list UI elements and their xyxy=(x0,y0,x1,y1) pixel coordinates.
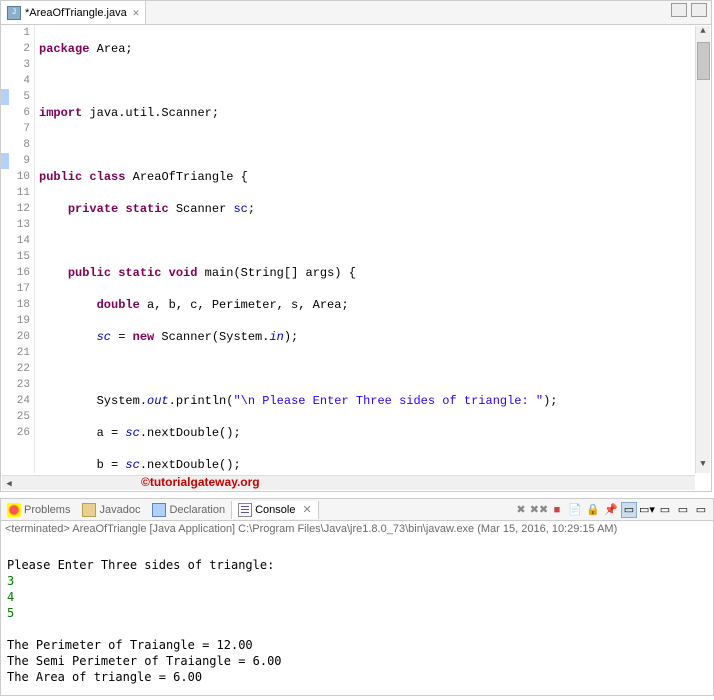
console-icon xyxy=(238,503,252,517)
tab-javadoc[interactable]: Javadoc xyxy=(76,501,146,519)
line-number: 24 xyxy=(9,393,30,409)
editor-tab-label: *AreaOfTriangle.java xyxy=(25,7,127,19)
close-icon[interactable]: ✕ xyxy=(302,503,311,516)
line-number: 17 xyxy=(9,281,30,297)
console-toolbar: ✖ ✖✖ ■ 📄 🔒 📌 ▭ ▭▾ ▭ ▭ ▭ xyxy=(513,502,713,518)
editor-toolbar-icons xyxy=(671,3,707,17)
console-header: <terminated> AreaOfTriangle [Java Applic… xyxy=(1,521,713,537)
scrollbar-thumb[interactable] xyxy=(697,42,710,80)
console-line: The Perimeter of Traiangle = 12.00 xyxy=(7,638,253,652)
line-number: 3 xyxy=(9,57,30,73)
terminate-icon[interactable]: ■ xyxy=(549,502,565,518)
minimize-icon[interactable] xyxy=(671,3,687,17)
maximize-icon[interactable]: ▭ xyxy=(693,502,709,518)
editor-tab[interactable]: J *AreaOfTriangle.java ✕ xyxy=(1,1,146,24)
line-number: 16 xyxy=(9,265,30,281)
horizontal-scrollbar[interactable]: ◀ xyxy=(2,475,695,490)
line-number: 9 xyxy=(9,153,30,169)
console-line: The Area of triangle = 6.00 xyxy=(7,670,202,684)
line-number: 26 xyxy=(9,425,30,441)
line-number: 13 xyxy=(9,217,30,233)
editor-pane: J *AreaOfTriangle.java ✕ 1 2 3 4 5 6 7 8… xyxy=(0,0,712,492)
line-number: 21 xyxy=(9,345,30,361)
watermark: ©tutorialgateway.org xyxy=(141,475,260,489)
line-number-gutter: 1 2 3 4 5 6 7 8 9 10 11 12 13 14 15 16 1… xyxy=(9,25,35,473)
vertical-scrollbar[interactable]: ▲ ▼ xyxy=(695,26,710,473)
scroll-lock-icon[interactable]: 🔒 xyxy=(585,502,601,518)
console-input-line: 3 xyxy=(7,574,14,588)
pin-console-icon[interactable]: 📌 xyxy=(603,502,619,518)
line-number: 22 xyxy=(9,361,30,377)
line-number: 25 xyxy=(9,409,30,425)
problems-icon xyxy=(7,503,21,517)
console-input-line: 4 xyxy=(7,590,14,604)
line-number: 18 xyxy=(9,297,30,313)
declaration-icon xyxy=(152,503,166,517)
line-number: 10 xyxy=(9,169,30,185)
display-console-icon[interactable]: ▭ xyxy=(621,502,637,518)
line-number: 4 xyxy=(9,73,30,89)
close-icon[interactable]: ✕ xyxy=(133,6,140,20)
line-number: 19 xyxy=(9,313,30,329)
line-number: 2 xyxy=(9,41,30,57)
console-output[interactable]: Please Enter Three sides of triangle: 3 … xyxy=(1,537,713,696)
line-number: 20 xyxy=(9,329,30,345)
line-number: 14 xyxy=(9,233,30,249)
code-area[interactable]: 1 2 3 4 5 6 7 8 9 10 11 12 13 14 15 16 1… xyxy=(1,25,711,473)
line-number: 15 xyxy=(9,249,30,265)
line-number: 5 xyxy=(9,89,30,105)
line-number: 7 xyxy=(9,121,30,137)
tab-label: Declaration xyxy=(169,504,225,516)
remove-launch-icon[interactable]: ✖ xyxy=(513,502,529,518)
tab-label: Problems xyxy=(24,504,70,516)
remove-all-icon[interactable]: ✖✖ xyxy=(531,502,547,518)
scroll-down-icon[interactable]: ▼ xyxy=(696,459,710,473)
views-tab-bar: Problems Javadoc Declaration Console ✕ ✖… xyxy=(0,498,714,520)
minimize-icon[interactable]: ▭ xyxy=(675,502,691,518)
editor-tab-bar: J *AreaOfTriangle.java ✕ xyxy=(1,1,711,25)
line-number: 6 xyxy=(9,105,30,121)
marker-bar xyxy=(1,25,9,473)
console-pane: <terminated> AreaOfTriangle [Java Applic… xyxy=(0,520,714,696)
console-line: Please Enter Three sides of triangle: xyxy=(7,558,282,572)
scroll-left-icon[interactable]: ◀ xyxy=(2,479,16,492)
javadoc-icon xyxy=(82,503,96,517)
fold-marker[interactable] xyxy=(1,153,9,169)
maximize-icon[interactable] xyxy=(691,3,707,17)
tab-console[interactable]: Console ✕ xyxy=(231,501,319,519)
tab-label: Javadoc xyxy=(99,504,140,516)
line-number: 8 xyxy=(9,137,30,153)
tab-problems[interactable]: Problems xyxy=(1,501,76,519)
line-number: 11 xyxy=(9,185,30,201)
scroll-up-icon[interactable]: ▲ xyxy=(696,26,710,40)
tab-label: Console xyxy=(255,504,295,516)
open-console-icon[interactable]: ▭▾ xyxy=(639,502,655,518)
clear-console-icon[interactable]: 📄 xyxy=(567,502,583,518)
line-number: 23 xyxy=(9,377,30,393)
code-content[interactable]: package Area; import java.util.Scanner; … xyxy=(35,25,711,473)
console-input-line: 5 xyxy=(7,606,14,620)
java-file-icon: J xyxy=(7,6,21,20)
fold-marker[interactable] xyxy=(1,89,9,105)
new-console-icon[interactable]: ▭ xyxy=(657,502,673,518)
line-number: 1 xyxy=(9,25,30,41)
tab-declaration[interactable]: Declaration xyxy=(146,501,231,519)
console-line: The Semi Perimeter of Traiangle = 6.00 xyxy=(7,654,282,668)
line-number: 12 xyxy=(9,201,30,217)
